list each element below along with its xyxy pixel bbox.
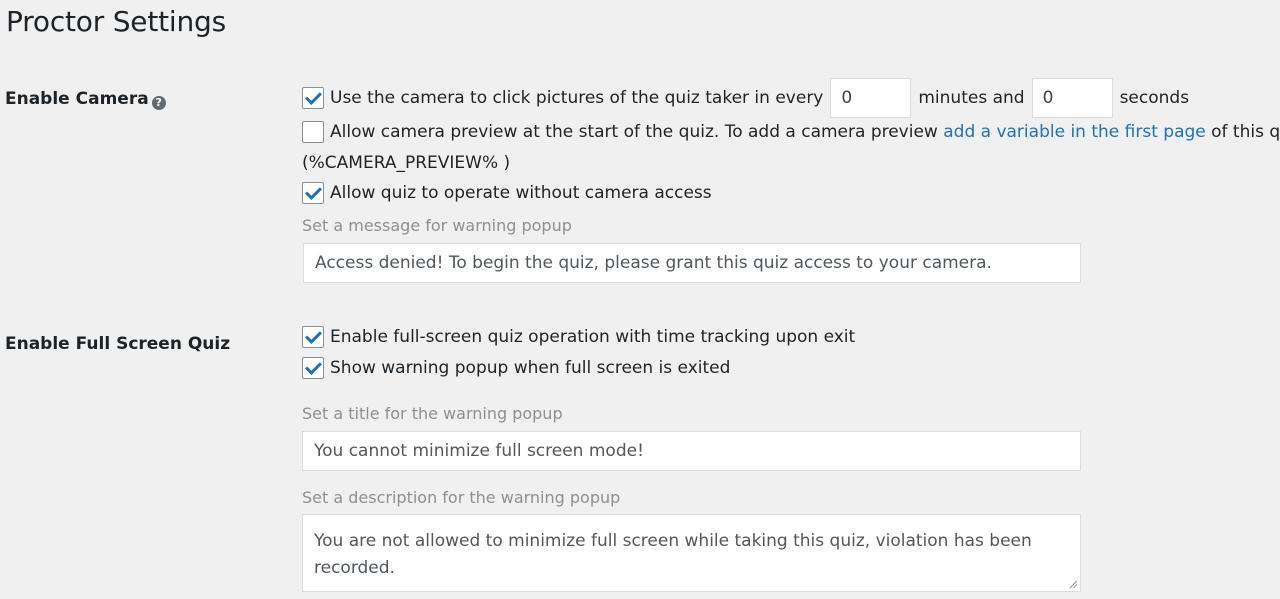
fullscreen-tracking-label: Enable full-screen quiz operation with t… (330, 327, 856, 347)
popup-description-textarea[interactable]: You are not allowed to minimize full scr… (302, 514, 1081, 592)
no-camera-access-checkbox[interactable] (302, 182, 324, 204)
minutes-suffix: minutes and (918, 88, 1025, 108)
camera-capture-checkbox[interactable] (302, 87, 324, 109)
fullscreen-warning-label: Show warning popup when full screen is e… (330, 358, 731, 378)
seconds-input[interactable]: 0 (1031, 78, 1113, 118)
no-camera-access-option: Allow quiz to operate without camera acc… (302, 181, 712, 205)
camera-preview-variable-line: (%CAMERA_PREVIEW% ) (302, 151, 510, 175)
popup-description-label: Set a description for the warning popup (302, 488, 621, 507)
proctor-settings-page: Proctor Settings Enable Camera? Use the … (0, 0, 1280, 599)
fullscreen-warning-checkbox[interactable] (302, 357, 324, 379)
camera-preview-option: Allow camera preview at the start of the… (302, 120, 1280, 144)
warning-message-input[interactable]: Access denied! To begin the quiz, please… (303, 243, 1081, 283)
camera-capture-option: Use the camera to click pictures of the … (302, 78, 1190, 118)
camera-preview-variable: (%CAMERA_PREVIEW% ) (302, 153, 511, 173)
minutes-input[interactable]: 0 (830, 78, 912, 118)
enable-camera-label-text: Enable Camera (5, 89, 149, 109)
question-mark-icon[interactable]: ? (151, 96, 166, 110)
camera-preview-checkbox[interactable] (302, 121, 324, 143)
fullscreen-tracking-checkbox[interactable] (302, 326, 324, 348)
popup-title-label: Set a title for the warning popup (302, 404, 563, 423)
popup-description-text: You are not allowed to minimize full scr… (314, 531, 1032, 578)
page-title: Proctor Settings (6, 5, 226, 38)
enable-camera-label: Enable Camera? (5, 88, 166, 110)
popup-title-input[interactable]: You cannot minimize full screen mode! (302, 431, 1081, 471)
camera-capture-text: Use the camera to click pictures of the … (330, 88, 824, 108)
enable-fullscreen-label: Enable Full Screen Quiz (5, 334, 231, 354)
warning-message-label: Set a message for warning popup (302, 216, 572, 235)
camera-preview-suffix: of this quiz (1211, 122, 1280, 142)
camera-preview-text: Allow camera preview at the start of the… (330, 122, 938, 142)
seconds-suffix: seconds (1119, 88, 1190, 108)
resize-handle-icon[interactable] (1068, 579, 1078, 589)
add-variable-link[interactable]: add a variable in the first page (943, 122, 1206, 142)
fullscreen-warning-option: Show warning popup when full screen is e… (302, 356, 730, 380)
no-camera-access-label: Allow quiz to operate without camera acc… (330, 183, 712, 203)
fullscreen-tracking-option: Enable full-screen quiz operation with t… (302, 325, 855, 349)
